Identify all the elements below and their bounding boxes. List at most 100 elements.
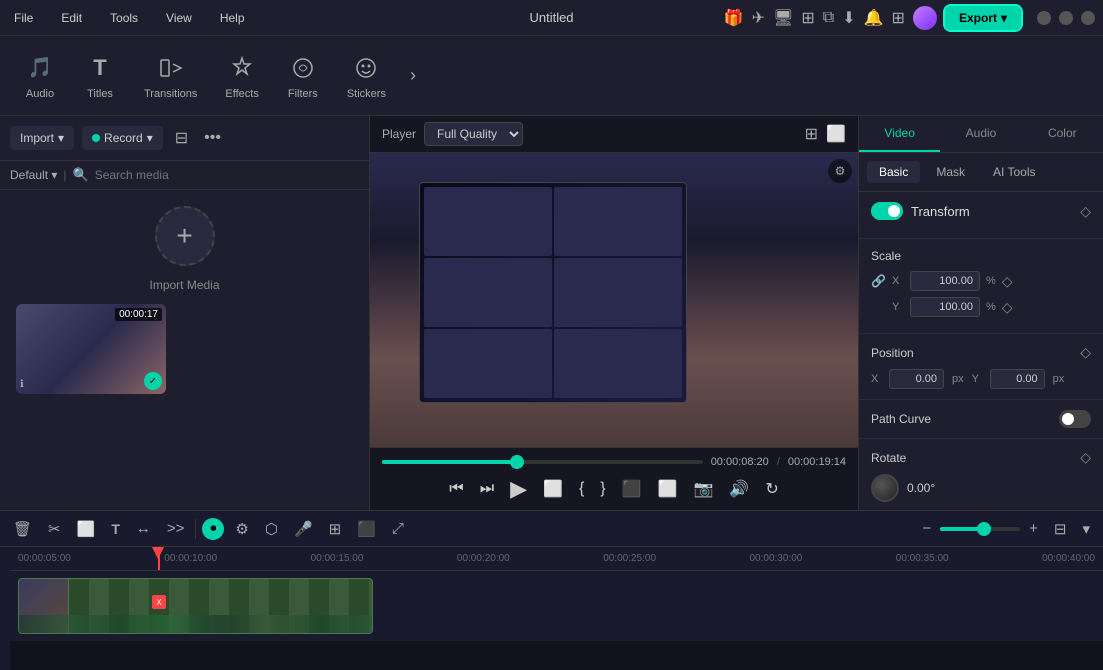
overlay-button[interactable]: ⊞	[324, 517, 347, 541]
toolbar-transitions[interactable]: Transitions	[132, 44, 209, 108]
menu-view[interactable]: View	[160, 7, 198, 29]
audio-button[interactable]: 🔊	[729, 479, 749, 499]
toolbar-audio[interactable]: 🎵 Audio	[12, 44, 68, 108]
layers-icon[interactable]: ⧉	[823, 9, 834, 27]
marker-button[interactable]: ⬡	[260, 517, 283, 541]
scale-x-keyframe-icon[interactable]: ◇	[1002, 273, 1013, 290]
bell-icon[interactable]: 🔔	[864, 8, 884, 28]
position-x-input[interactable]	[889, 369, 944, 389]
search-input[interactable]	[95, 168, 359, 182]
video-container: ⚙	[370, 153, 858, 447]
close-button[interactable]	[1081, 11, 1095, 25]
screen-block-1	[424, 187, 552, 256]
scale-y-keyframe-icon[interactable]: ◇	[1002, 299, 1013, 316]
zoom-in-button[interactable]: +	[1024, 517, 1043, 540]
text-button[interactable]: T	[106, 518, 125, 540]
transform-section: Transform ◇	[859, 192, 1103, 239]
menu-tools[interactable]: Tools	[104, 7, 144, 29]
toolbar-effects[interactable]: Effects	[213, 44, 270, 108]
add-media-button[interactable]: +	[155, 206, 215, 266]
quality-select[interactable]: Full Quality	[424, 122, 523, 146]
toolbar-filters[interactable]: Filters	[275, 44, 331, 108]
stop-button[interactable]: ⬜	[543, 479, 563, 499]
split-button[interactable]: ⬛	[622, 479, 642, 499]
rotate-value: 0.00°	[907, 481, 935, 495]
record-timeline-button[interactable]: ⏺	[202, 518, 224, 540]
extra-tools-button[interactable]: >>	[162, 517, 190, 540]
user-avatar[interactable]	[913, 6, 937, 30]
menu-edit[interactable]: Edit	[55, 7, 88, 29]
zoom-thumb[interactable]	[977, 522, 991, 536]
media-info-icon[interactable]: ℹ	[20, 379, 24, 390]
position-keyframe-icon[interactable]: ◇	[1080, 344, 1091, 361]
filter-icon[interactable]: ⊟	[171, 124, 192, 152]
grid-view-icon[interactable]: ⊞	[805, 124, 818, 144]
crop-button[interactable]: ⬜	[658, 479, 678, 499]
pip-button[interactable]: ⬛	[352, 517, 381, 541]
monitor-icon[interactable]: 🖥	[773, 8, 793, 28]
expand-icon[interactable]: ⬜	[826, 124, 846, 144]
current-time: 00:00:08:20	[711, 456, 769, 468]
video-clip[interactable]	[18, 578, 373, 634]
subtab-basic[interactable]: Basic	[867, 161, 920, 183]
more-timeline-button[interactable]: ▾	[1077, 517, 1095, 541]
default-dropdown[interactable]: Default ▾	[10, 168, 57, 182]
more-tools-button[interactable]: ↔	[131, 517, 156, 540]
dashboard-icon[interactable]: ⊞	[892, 8, 905, 28]
stickers-icon	[350, 52, 382, 84]
screen-block-3	[424, 258, 552, 327]
grid-icon[interactable]: ⊞	[801, 8, 814, 28]
subtab-ai-tools[interactable]: AI Tools	[981, 161, 1047, 183]
play-button[interactable]: ▶	[510, 476, 527, 502]
gift-icon[interactable]: 🎁	[724, 8, 744, 28]
maximize-button[interactable]	[1059, 11, 1073, 25]
download-icon[interactable]: ⬇	[842, 8, 855, 28]
progress-thumb[interactable]	[510, 455, 524, 469]
grid-layout-button[interactable]: ⊟	[1049, 517, 1072, 541]
ruler-mark-0: 00:00:05:00	[18, 553, 71, 564]
rotate-keyframe-icon[interactable]: ◇	[1080, 449, 1091, 466]
rotate-video-button[interactable]: ↻	[765, 479, 778, 499]
rotate-knob[interactable]	[871, 474, 899, 502]
audio-rec-button[interactable]: 🎤	[289, 517, 318, 541]
record-label: Record	[104, 131, 143, 145]
frame-back-button[interactable]: ⏭	[480, 480, 494, 498]
transform-toggle[interactable]	[871, 202, 903, 220]
transform-keyframe-icon[interactable]: ◇	[1080, 203, 1091, 220]
zoom-out-button[interactable]: −	[917, 517, 936, 540]
media-duration: 00:00:17	[115, 308, 162, 321]
delete-clip-button[interactable]: 🗑	[8, 517, 37, 541]
go-to-start-button[interactable]: ⏮	[449, 480, 463, 498]
toolbar-stickers[interactable]: Stickers	[335, 44, 398, 108]
path-curve-toggle[interactable]	[1059, 410, 1091, 428]
scale-y-input[interactable]	[910, 297, 980, 317]
tab-color[interactable]: Color	[1022, 116, 1103, 152]
menu-file[interactable]: File	[8, 7, 39, 29]
mark-out-button[interactable]: }	[600, 480, 605, 498]
minimize-button[interactable]	[1037, 11, 1051, 25]
subtab-mask[interactable]: Mask	[924, 161, 977, 183]
window-controls	[1037, 11, 1095, 25]
video-settings-icon[interactable]: ⚙	[828, 159, 852, 183]
zoom-slider[interactable]	[940, 527, 1020, 531]
toolbar-more-button[interactable]: ›	[402, 57, 424, 94]
export-button[interactable]: Export ▾	[945, 6, 1021, 30]
tab-audio[interactable]: Audio	[940, 116, 1021, 152]
record-button[interactable]: Record ▾	[82, 126, 163, 150]
mark-in-button[interactable]: {	[579, 480, 584, 498]
menu-help[interactable]: Help	[214, 7, 251, 29]
more-options-icon[interactable]: •••	[200, 125, 225, 151]
media-thumbnail[interactable]: 00:00:17 ✓ ℹ	[16, 304, 166, 394]
import-button[interactable]: Import ▾	[10, 126, 74, 150]
resize-button[interactable]: ⤢	[387, 517, 409, 540]
progress-bar[interactable]	[382, 460, 703, 464]
split-clip-button[interactable]: ✂	[43, 517, 66, 541]
tab-video[interactable]: Video	[859, 116, 940, 152]
snapshot-button[interactable]: 📷	[693, 479, 713, 499]
send-icon[interactable]: ✈	[752, 8, 765, 28]
settings-button[interactable]: ⚙	[230, 517, 253, 541]
scale-x-input[interactable]	[910, 271, 980, 291]
toolbar-titles[interactable]: T Titles	[72, 44, 128, 108]
position-y-input[interactable]	[990, 369, 1045, 389]
trim-button[interactable]: ⬜	[72, 517, 101, 541]
